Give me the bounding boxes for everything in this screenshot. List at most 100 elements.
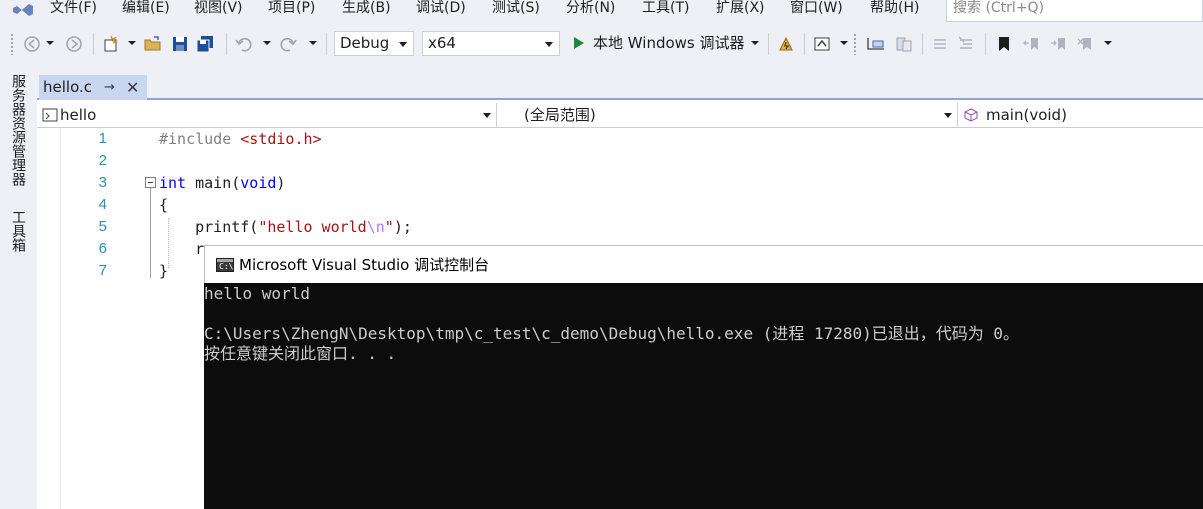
menu-test[interactable]: 测试(S) [492,0,540,26]
code-line[interactable]: 4{ [37,194,1203,216]
code-token: r [159,240,205,258]
platform-value: x64 [428,34,456,52]
toolbar-separator [226,33,227,55]
line-number: 3 [98,174,107,191]
step-into-icon[interactable] [866,34,886,54]
tab-title: hello.c [43,78,92,96]
code-line[interactable]: 2 [37,150,1203,172]
code-token: <stdio.h> [240,130,322,148]
menu-debug[interactable]: 调试(D) [416,0,466,26]
nav-separator [496,103,497,127]
line-number: 5 [98,218,107,235]
uncomment-icon[interactable] [956,34,976,54]
code-token: void [240,174,277,192]
menu-file[interactable]: 文件(F) [50,0,97,26]
redo-icon[interactable] [278,34,298,54]
menu-view[interactable]: 视图(V) [194,0,243,26]
console-output-line: hello world [204,284,310,303]
chevron-down-icon[interactable] [944,113,952,118]
previous-bookmark-icon[interactable] [1022,34,1042,54]
chevron-down-icon[interactable] [1104,41,1112,45]
project-name: hello [60,106,97,124]
solution-configuration-select[interactable]: Debug [334,31,414,56]
member-dropdown[interactable]: main(void) [964,103,1067,127]
next-bookmark-icon[interactable] [1049,34,1069,54]
code-token: int [159,174,187,192]
new-project-icon[interactable] [101,34,121,54]
save-icon[interactable] [170,34,190,54]
menu-tools[interactable]: 工具(T) [642,0,689,26]
menu-window[interactable]: 窗口(W) [790,0,843,26]
toolbar-separator [922,33,923,55]
line-number: 7 [98,262,107,279]
chevron-down-icon[interactable] [483,113,491,118]
menu-edit[interactable]: 编辑(E) [122,0,170,26]
pin-icon[interactable]: →︎ [104,75,115,100]
menu-bar: 文件(F) 编辑(E) 视图(V) 项目(P) 生成(B) 调试(D) 测试(S… [0,0,1203,26]
toolbar-grip[interactable] [853,33,857,55]
nav-separator [957,103,958,127]
code-text: } [159,260,168,282]
menu-build[interactable]: 生成(B) [342,0,391,26]
code-token: } [159,262,169,280]
tab-hello-c[interactable]: hello.c →︎ ✕ [39,75,147,100]
chevron-down-icon[interactable] [263,41,271,45]
toolbar-grip[interactable] [10,33,14,55]
code-line[interactable]: 1 #include <stdio.h> [37,128,1203,150]
clear-bookmarks-icon[interactable] [1076,34,1096,54]
navigation-bar: hello (全局范围) main(void) [37,101,1203,128]
code-text: printf("hello world\n"); [159,216,412,238]
solution-platform-select[interactable]: x64 [422,31,560,56]
navigate-back-icon[interactable] [22,34,42,54]
toolbar-separator [93,33,94,55]
step-over-icon[interactable] [894,34,914,54]
code-token: "hello world [258,218,367,236]
toolbar-separator [326,33,327,55]
console-app-icon: C:\ [216,258,234,272]
menu-help[interactable]: 帮助(H) [870,0,919,26]
debug-console-output[interactable]: hello world C:\Users\ZhengN\Desktop\tmp\c… [204,283,1203,509]
server-explorer-tab[interactable]: 服务器资源管理器 [10,74,26,186]
toolbar-separator [985,33,986,55]
project-icon [42,108,58,122]
search-input[interactable]: 搜索 (Ctrl+Q) [946,0,1203,22]
chevron-down-icon[interactable] [840,41,848,45]
toolbox-tab[interactable]: 工具箱 [10,210,26,252]
code-token: \n [366,218,385,236]
chevron-down-icon[interactable] [751,41,759,45]
chevron-down-icon[interactable] [128,41,136,45]
menu-analyze[interactable]: 分析(N) [566,0,615,26]
run-button-label: 本地 Windows 调试器 [593,34,745,52]
chevron-down-icon [399,42,407,47]
code-token: ) [276,174,286,192]
line-number: 2 [98,152,107,169]
debug-console-titlebar[interactable]: C:\ Microsoft Visual Studio 调试控制台 [204,245,1203,283]
project-dropdown[interactable]: hello [42,103,96,127]
browser-link-icon[interactable] [812,34,832,54]
undo-icon[interactable] [234,34,254,54]
scope-value: (全局范围) [524,106,596,124]
close-icon[interactable]: ✕ [126,75,139,100]
line-number: 6 [98,240,107,257]
code-token: main( [186,174,241,192]
code-text: { [159,194,168,216]
toolbar-separator [804,33,805,55]
comment-out-icon[interactable] [930,34,950,54]
menu-extensions[interactable]: 扩展(X) [716,0,765,26]
code-line[interactable]: 3 int main(void) [37,172,1203,194]
console-output-line: 按任意键关闭此窗口. . . [204,344,397,363]
code-line[interactable]: 5 printf("hello world\n"); [37,216,1203,238]
code-text: int main(void) [159,172,285,194]
member-value: main(void) [986,106,1067,124]
save-all-icon[interactable] [196,34,216,54]
scope-dropdown[interactable]: (全局范围) [524,103,596,127]
hot-reload-icon[interactable] [776,34,796,54]
open-file-icon[interactable] [143,34,163,54]
navigate-forward-icon[interactable] [64,34,84,54]
menu-project[interactable]: 项目(P) [268,0,315,26]
chevron-down-icon[interactable] [309,41,317,45]
start-debugging-button[interactable]: 本地 Windows 调试器 [568,31,745,56]
bookmark-icon[interactable] [994,34,1014,54]
chevron-down-icon[interactable] [46,41,54,45]
code-text: #include <stdio.h> [159,128,322,150]
